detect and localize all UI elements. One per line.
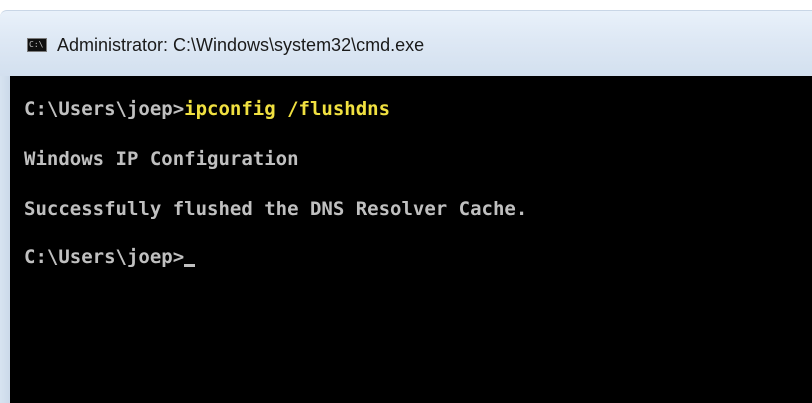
console-area[interactable]: C:\Users\joep>ipconfig /flushdns Windows…	[10, 76, 812, 403]
console-line-command: C:\Users\joep>ipconfig /flushdns	[24, 96, 390, 122]
console-line-output-header: Windows IP Configuration	[24, 148, 299, 170]
console-prompt: C:\Users\joep>	[24, 246, 185, 268]
cmd-window: C:\ Administrator: C:\Windows\system32\c…	[0, 0, 812, 403]
window-frame-left	[0, 76, 10, 403]
console-line-prompt: C:\Users\joep>	[24, 244, 196, 270]
window-title: Administrator: C:\Windows\system32\cmd.e…	[57, 35, 425, 55]
console-prompt: C:\Users\joep>	[24, 98, 185, 120]
console-command: ipconfig /flushdns	[184, 98, 391, 120]
title-bar[interactable]: C:\ Administrator: C:\Windows\system32\c…	[0, 10, 812, 76]
console-line-output-result: Successfully flushed the DNS Resolver Ca…	[24, 198, 528, 220]
cmd-icon[interactable]: C:\	[27, 38, 47, 52]
cursor-icon	[184, 264, 196, 267]
